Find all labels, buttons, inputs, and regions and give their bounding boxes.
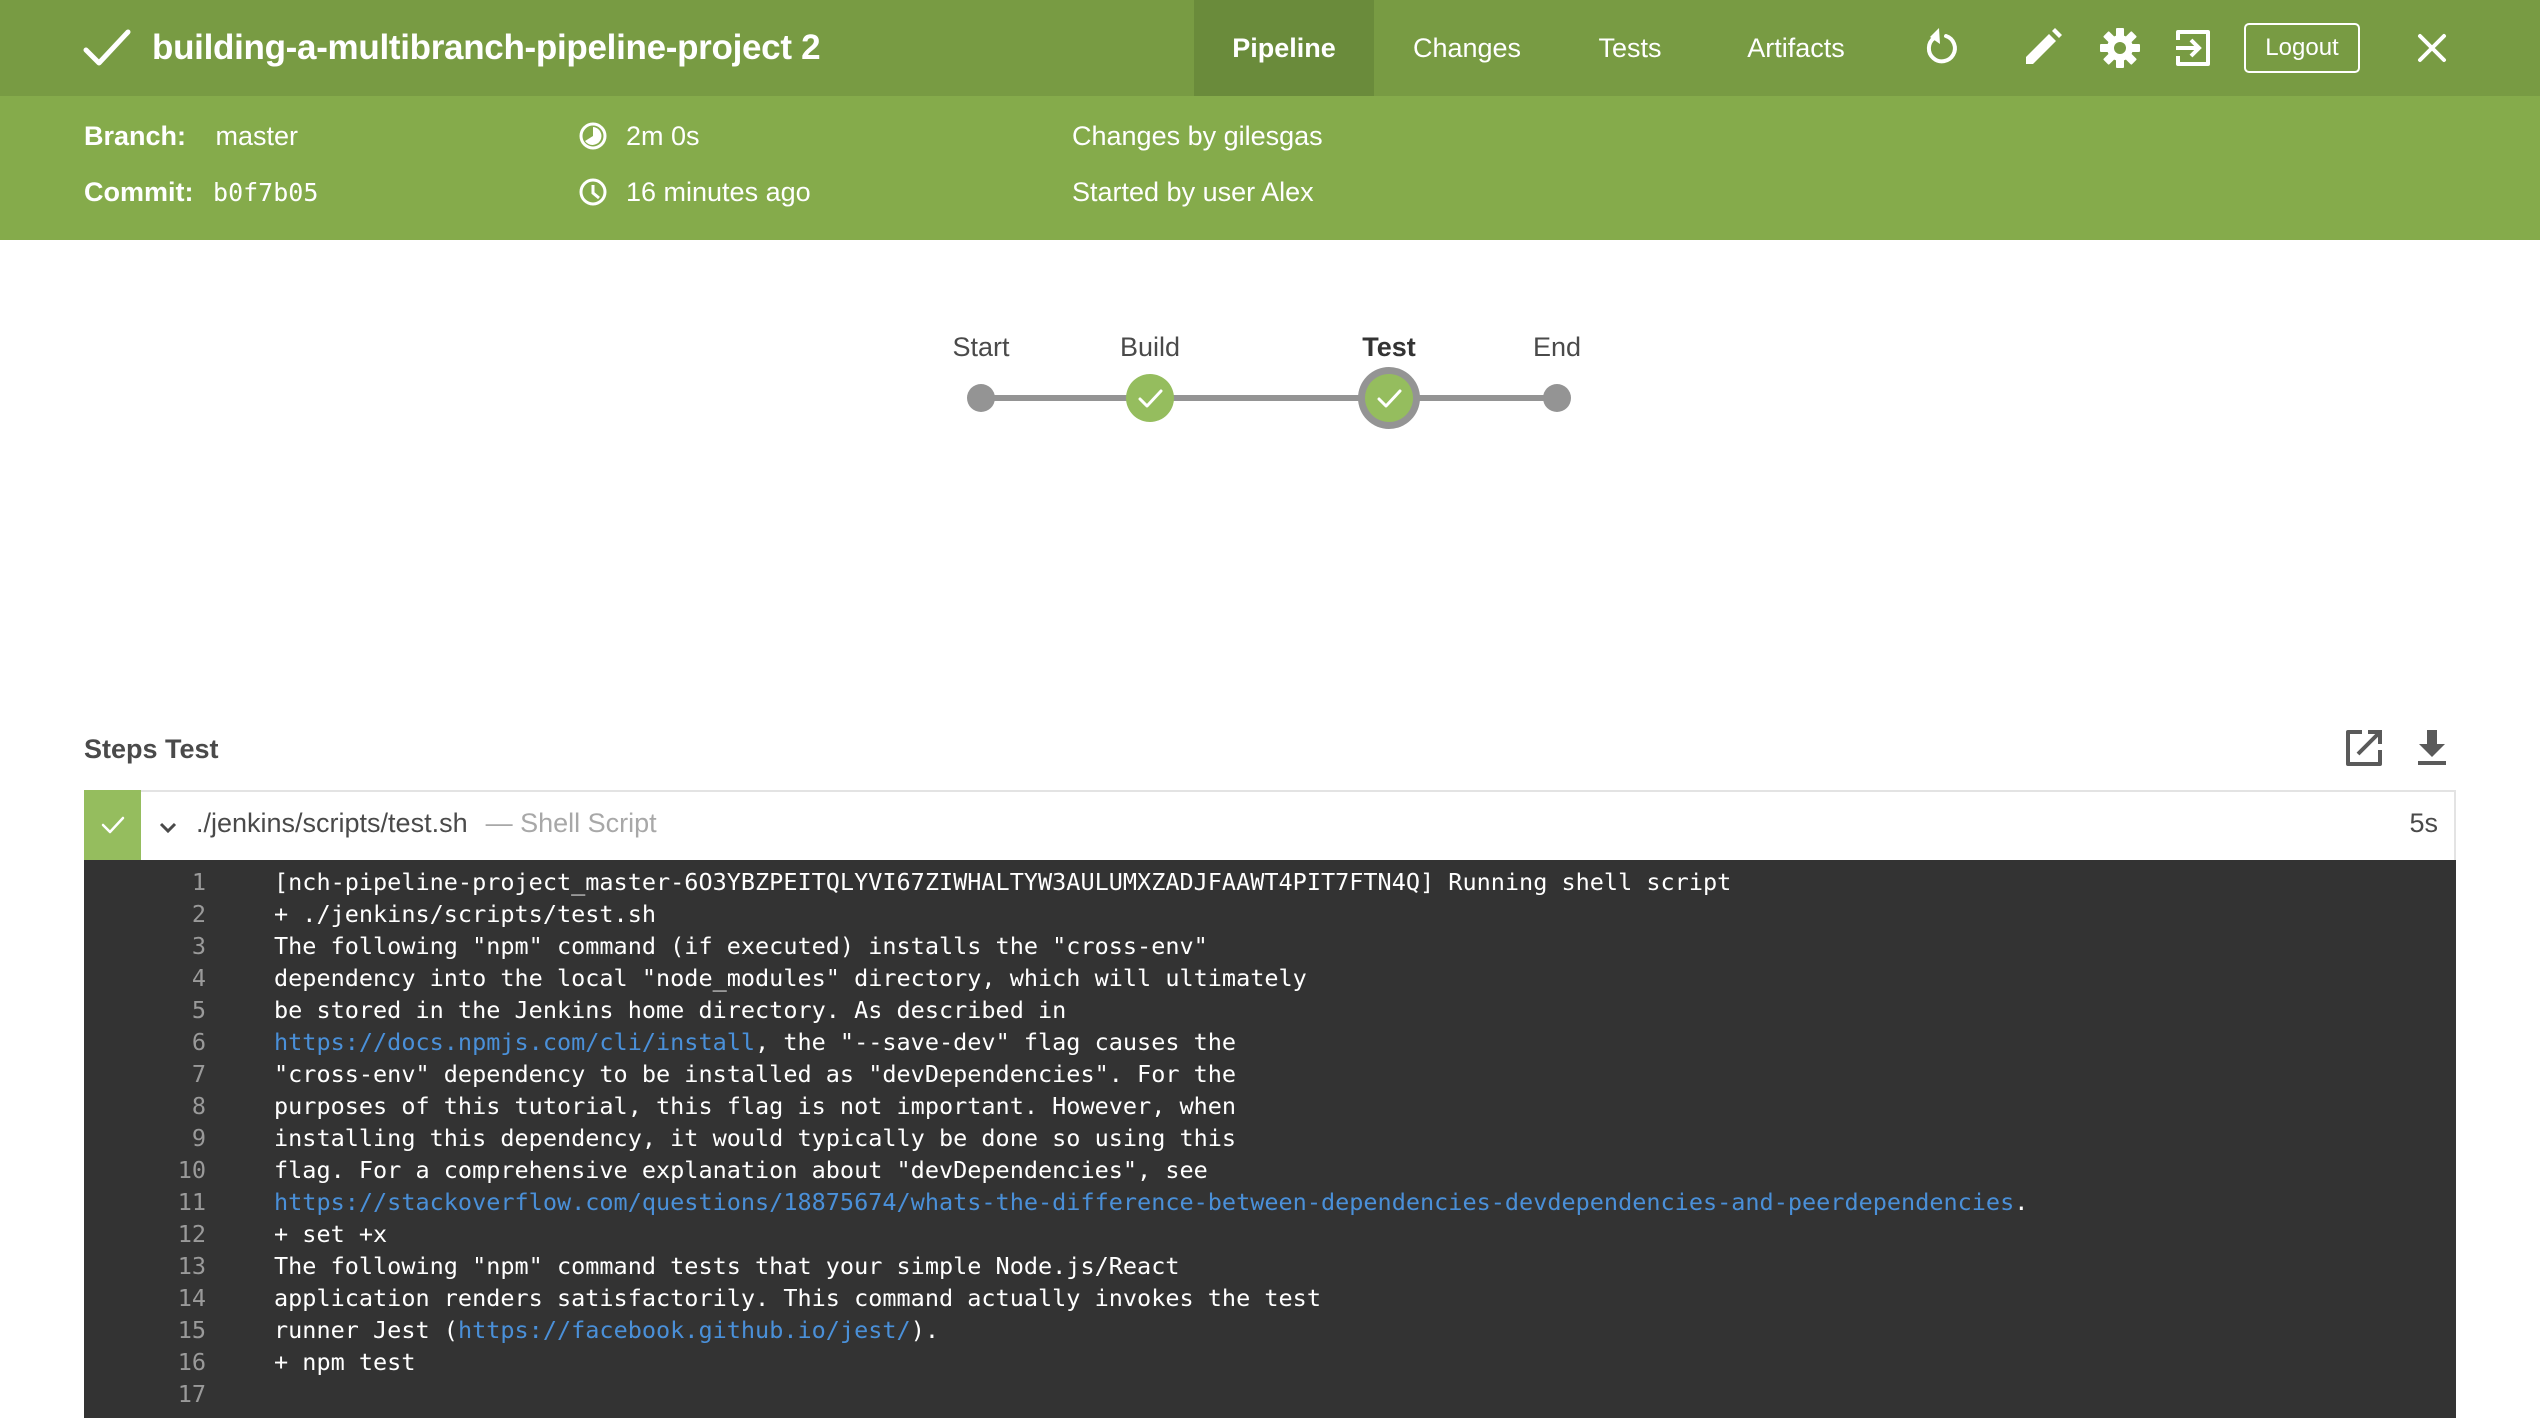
run-title: building-a-multibranch-pipeline-project … [152,28,821,67]
log-line: 6 https://docs.npmjs.com/cli/install, the… [84,1026,2456,1058]
line-number[interactable]: 10 [84,1154,206,1186]
log-text: flag. For a comprehensive explanation ab… [274,1156,1208,1184]
log-line: 11 https://stackoverflow.com/questions/18… [84,1186,2456,1218]
step-row[interactable]: ./jenkins/scripts/test.sh — Shell Script … [84,790,2456,860]
step-status-success [84,790,141,860]
log-text: + set +x [274,1220,388,1248]
stage-node-start [967,384,995,412]
tab-pipeline[interactable]: Pipeline [1194,0,1374,96]
line-number[interactable]: 4 [84,962,206,994]
edit-icon[interactable] [2018,24,2066,72]
log-line: 4 dependency into the local "node_modules… [84,962,2456,994]
check-icon [82,28,132,68]
started-ago: 16 minutes ago [626,177,811,207]
log-text: [nch-pipeline-project_master-6O3YBZPEITQ… [274,868,1732,896]
line-number[interactable]: 14 [84,1282,206,1314]
tab-artifacts[interactable]: Artifacts [1712,0,1880,96]
tab-tests[interactable]: Tests [1560,0,1700,96]
line-number[interactable]: 16 [84,1346,206,1378]
top-bar: building-a-multibranch-pipeline-project … [0,0,2540,96]
tab-changes[interactable]: Changes [1384,0,1550,96]
log-text: The following "npm" command (if executed… [274,932,1208,960]
line-number[interactable]: 3 [84,930,206,962]
log-line: 9 installing this dependency, it would ty… [84,1122,2456,1154]
log-line: 10 flag. For a comprehensive explanation … [84,1154,2456,1186]
log-line: 1 [nch-pipeline-project_master-6O3YBZPEIT… [84,866,2456,898]
log-line: 14 application renders satisfactorily. Th… [84,1282,2456,1314]
line-number[interactable]: 7 [84,1058,206,1090]
line-number[interactable]: 6 [84,1026,206,1058]
run-summary: Branch: master Commit: b0f7b05 2m 0s 16 … [0,96,2540,240]
download-icon[interactable] [2410,726,2454,770]
log-line: 2 + ./jenkins/scripts/test.sh [84,898,2456,930]
step-duration: 5s [2409,808,2438,838]
line-number[interactable]: 1 [84,866,206,898]
line-number[interactable]: 12 [84,1218,206,1250]
log-text: application renders satisfactorily. This… [274,1284,1321,1312]
commit-info: Commit: b0f7b05 [84,174,318,211]
log-text: The following "npm" command tests that y… [274,1252,1180,1280]
line-number[interactable]: 15 [84,1314,206,1346]
log-text: purposes of this tutorial, this flag is … [274,1092,1237,1120]
pipeline-graph: Start Build Test End [0,240,2540,690]
line-number[interactable]: 13 [84,1250,206,1282]
step-type: — Shell Script [485,808,657,838]
log-text: installing this dependency, it would typ… [274,1124,1237,1152]
chevron-down-icon[interactable] [156,816,180,840]
log-text: https://docs.npmjs.com/cli/install, the … [274,1028,1237,1056]
commit-label: Commit: [84,177,194,207]
line-number[interactable]: 17 [84,1378,206,1410]
branch-label: Branch: [84,121,187,151]
log-text: runner Jest (https://facebook.github.io/… [274,1316,939,1344]
log-text: "cross-env" dependency to be installed a… [274,1060,1237,1088]
close-icon[interactable] [2408,24,2456,72]
log-line: 15 runner Jest (https://facebook.github.i… [84,1314,2456,1346]
duration-icon [578,121,608,151]
pipeline-graph-canvas [967,367,1571,429]
line-number[interactable]: 11 [84,1186,206,1218]
changes-by: Changes by gilesgas [1072,121,1323,151]
logout-button[interactable]: Logout [2244,23,2360,73]
log-line: 8 purposes of this tutorial, this flag is… [84,1090,2456,1122]
log-line: 7 "cross-env" dependency to be installed … [84,1058,2456,1090]
started-by: Started by user Alex [1072,177,1314,207]
step-name: ./jenkins/scripts/test.sh — Shell Script [196,808,657,839]
branch-value: master [215,121,299,151]
log-line: 16 + npm test [84,1346,2456,1378]
step-command: ./jenkins/scripts/test.sh [196,808,468,838]
log-line: 3 The following "npm" command (if execute… [84,930,2456,962]
log-text: https://stackoverflow.com/questions/1887… [274,1188,2029,1216]
log-line: 13 The following "npm" command tests that… [84,1250,2456,1282]
branch-info: Branch: master [84,118,298,154]
go-to-classic-icon[interactable] [2170,24,2218,72]
line-number[interactable]: 8 [84,1090,206,1122]
commit-value: b0f7b05 [213,178,319,207]
steps-title: Steps Test [84,734,219,764]
stage-node-build[interactable] [1126,374,1174,422]
stage-node-test[interactable] [1365,374,1413,422]
log-line: 5 be stored in the Jenkins home directory… [84,994,2456,1026]
step-log-output: 1 [nch-pipeline-project_master-6O3YBZPEIT… [84,860,2456,1418]
log-link[interactable]: https://docs.npmjs.com/cli/install [274,1028,755,1056]
rerun-icon[interactable] [1916,24,1964,72]
log-link[interactable]: https://stackoverflow.com/questions/1887… [274,1188,2014,1216]
check-icon [101,816,125,834]
clock-icon [578,177,608,207]
log-line: 17 [84,1378,2456,1410]
log-text: dependency into the local "node_modules"… [274,964,1307,992]
duration: 2m 0s [626,121,700,151]
log-text: + npm test [274,1348,416,1376]
open-in-new-icon[interactable] [2342,726,2386,770]
settings-icon[interactable] [2096,24,2144,72]
log-line: 12 + set +x [84,1218,2456,1250]
line-number[interactable]: 2 [84,898,206,930]
line-number[interactable]: 5 [84,994,206,1026]
stage-node-end [1543,384,1571,412]
log-text: + ./jenkins/scripts/test.sh [274,900,657,928]
log-text: be stored in the Jenkins home directory.… [274,996,1067,1024]
log-link[interactable]: https://facebook.github.io/jest/ [458,1316,911,1344]
line-number[interactable]: 9 [84,1122,206,1154]
